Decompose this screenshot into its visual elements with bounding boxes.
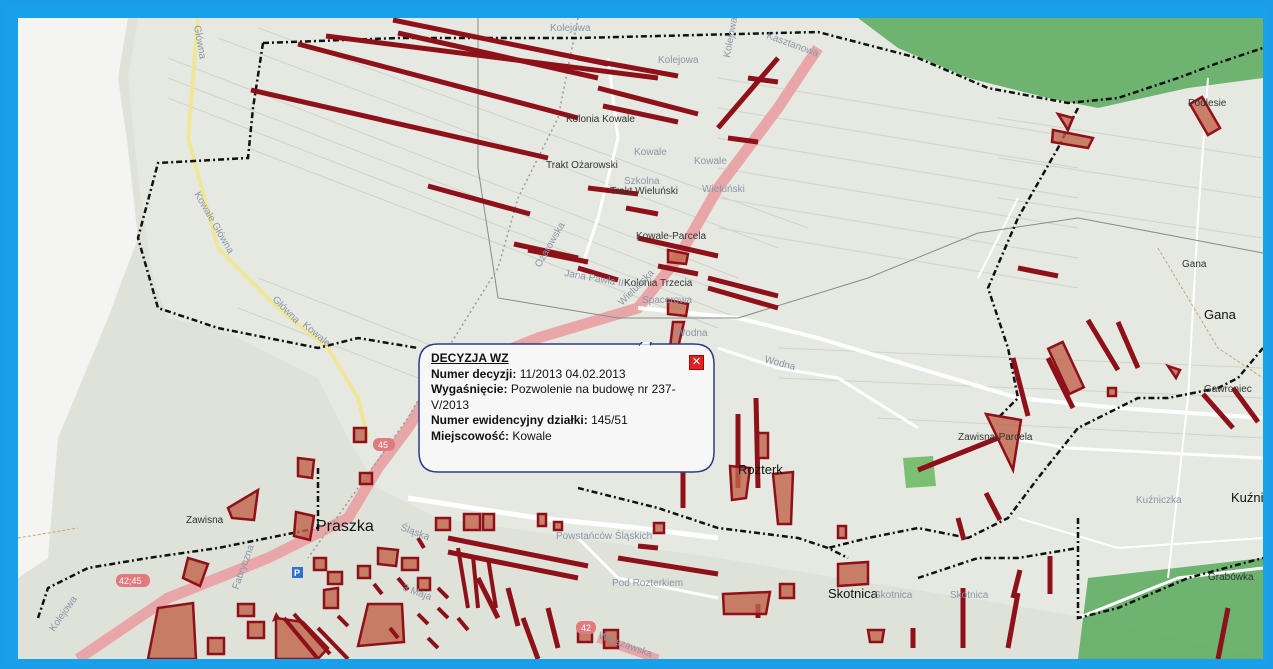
street-label-kolejowa-2: Kolejowa bbox=[658, 55, 699, 66]
field-value: 145/51 bbox=[591, 413, 628, 427]
popup-title: DECYZJA WZ bbox=[431, 351, 509, 365]
place-label-grabowka: Grabówka bbox=[1208, 572, 1254, 583]
map-layer[interactable]: P 45 42;45 42 Praszka Rozterk Skotnica S… bbox=[18, 18, 1263, 659]
street-label-powstancow: Powstańców Śląskich bbox=[556, 529, 652, 542]
street-label-pod-rozterkiem: Pod Rozterkiem bbox=[612, 578, 683, 589]
street-label-wielunski-faint: Wieluński bbox=[702, 184, 745, 195]
street-label-kolejowa-1: Kolejowa bbox=[550, 23, 591, 34]
close-icon[interactable]: ✕ bbox=[689, 355, 704, 370]
decision-popup: DECYZJA WZ Numer decyzji: 11/2013 04.02.… bbox=[418, 342, 715, 474]
popup-field-locality: Miejscowość: Kowale bbox=[431, 429, 701, 445]
place-label-trakt-wielunski: Trakt Wieluński bbox=[610, 186, 678, 197]
place-label-skotnica: Skotnica bbox=[828, 586, 879, 601]
map-canvas[interactable]: P 45 42;45 42 Praszka Rozterk Skotnica S… bbox=[18, 18, 1263, 659]
field-label: Miejscowość: bbox=[431, 428, 510, 443]
field-label: Numer ewidencyjny działki: bbox=[431, 413, 588, 427]
place-label-podlesie: Podlesie bbox=[1188, 98, 1227, 109]
street-label-spacerowa: Spacerowa bbox=[642, 295, 692, 306]
place-label-gana: Gana bbox=[1204, 307, 1237, 322]
field-value: 11/2013 04.02.2013 bbox=[519, 366, 626, 381]
popup-field-expiry: Wygaśnięcie: Pozwolenie na budowę nr 237… bbox=[431, 382, 701, 413]
place-label-rozterk: Rozterk bbox=[738, 462, 783, 477]
field-label: Wygaśnięcie: bbox=[431, 382, 508, 396]
place-label-skotnica-faint-2: Skotnica bbox=[950, 590, 989, 601]
street-label-wodna-1: Wodna bbox=[676, 328, 708, 339]
road-shield-42-label: 42 bbox=[581, 623, 591, 633]
street-label-szkolna: Szkolna bbox=[624, 176, 660, 187]
place-label-gana-small: Gana bbox=[1182, 259, 1207, 270]
map-window-frame: P 45 42;45 42 Praszka Rozterk Skotnica S… bbox=[0, 0, 1273, 669]
field-label: Numer decyzji: bbox=[431, 366, 517, 381]
road-shield-42-45-label: 42;45 bbox=[119, 576, 142, 586]
place-label-praszka: Praszka bbox=[316, 518, 374, 535]
parking-symbol: P bbox=[294, 568, 300, 578]
place-label-gawroniec: Gawroniec bbox=[1204, 384, 1252, 395]
place-label-zawisna-parcela: Zawisna-Parcela bbox=[958, 432, 1033, 443]
place-label-trakt-ozarowski: Trakt Ożarowski bbox=[546, 160, 618, 171]
popup-field-parcel-number: Numer ewidencyjny działki: 145/51 bbox=[431, 413, 701, 429]
road-shield-42: 42 bbox=[576, 621, 596, 634]
place-label-kowale-small: Kowale bbox=[634, 147, 667, 158]
place-label-zawisna: Zawisna bbox=[186, 515, 224, 526]
place-label-kowale-parcela: Kowale-Parcela bbox=[636, 231, 706, 242]
place-label-kolonia-kowale: Kolonia Kowale bbox=[566, 114, 635, 125]
road-shield-45: 45 bbox=[373, 438, 395, 451]
place-label-kowale-faint: Kowale bbox=[694, 156, 727, 167]
place-label-kuznica: Kuźni bbox=[1231, 490, 1263, 505]
popup-field-decision-number: Numer decyzji: 11/2013 04.02.2013 bbox=[431, 367, 701, 383]
place-label-kuzniczka: Kuźniczka bbox=[1136, 495, 1182, 506]
field-value: Kowale bbox=[512, 428, 552, 443]
road-shield-45-label: 45 bbox=[378, 440, 388, 450]
road-shield-42-45: 42;45 bbox=[116, 574, 150, 587]
place-label-skotnica-faint: Skotnica bbox=[874, 590, 913, 601]
